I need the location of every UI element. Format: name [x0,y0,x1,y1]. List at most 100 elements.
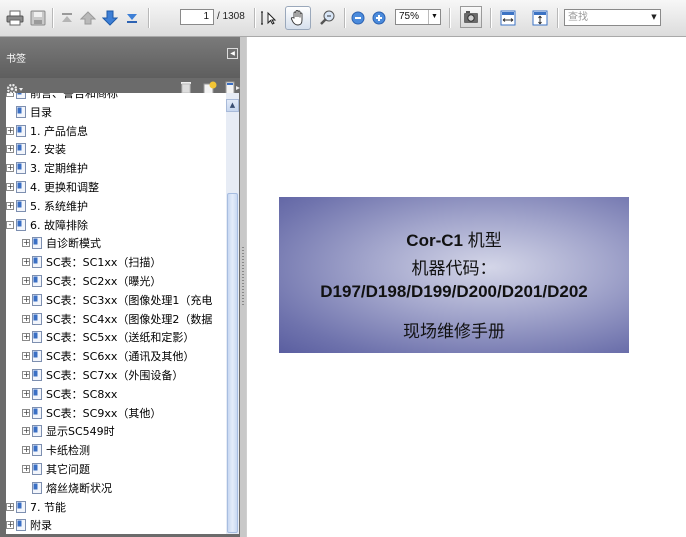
bookmark-item[interactable]: - 6. 故障排除 [6,216,230,234]
scrollbar-thumb[interactable] [227,193,238,533]
expand-icon[interactable]: + [22,295,30,304]
bookmark-item[interactable]: + SC表：SC4xx（图像处理2（数据 [6,310,230,328]
scroll-up-icon[interactable]: ▲ [226,99,239,112]
first-page-icon[interactable] [58,9,76,27]
bookmark-item[interactable]: + SC表：SC8xx [6,385,230,403]
bookmark-label: 6. 故障排除 [30,218,88,232]
bookmark-item[interactable]: + SC表：SC7xx（外围设备） [6,366,230,384]
bookmark-item[interactable]: + SC表：SC5xx（送纸和定影） [6,328,230,346]
bookmark-item[interactable]: +1. 产品信息 [6,122,230,140]
expand-icon[interactable]: + [22,371,30,379]
next-page-icon[interactable] [101,9,119,27]
bookmark-item[interactable]: +2. 安装 [6,140,230,158]
chevron-down-icon[interactable]: ▼ [428,10,440,24]
collapse-panel-icon[interactable]: ◀ [227,48,238,59]
previous-page-icon[interactable] [79,9,97,27]
bookmark-item[interactable]: +4. 更换和调整 [6,178,230,196]
bookmark-item[interactable]: - 前言、警告和商标 [6,93,230,102]
zoom-value: 75% [399,11,420,22]
bookmark-item[interactable]: + 显示SC549时 [6,422,230,440]
page-number-input[interactable]: 1 [180,9,214,25]
bookmark-icon [16,199,26,212]
manual-cover: Cor-C1 机型 机器代码： D197/D198/D199/D200/D201… [279,197,629,353]
panel-title: 书签 [6,54,26,65]
bookmark-icon [32,369,42,381]
expand-icon[interactable]: + [22,258,30,267]
bookmark-label: SC表：SC2xx（曝光） [46,275,162,288]
bookmark-label: SC表：SC4xx（图像处理2（数据 [46,312,213,326]
bookmark-icon [32,237,42,250]
collapse-icon[interactable]: - [6,220,14,229]
bookmark-icon [16,143,26,156]
last-page-icon[interactable] [123,9,141,27]
bookmarks-panel: 书签 ◀ -前言、警告和商标目录+1. 产品信息+2. 安装+3. 定期维护+4… [0,37,246,537]
expand-icon[interactable]: + [22,408,30,417]
bookmark-icon [16,124,26,137]
expand-icon[interactable]: + [6,126,14,135]
bookmark-item[interactable]: +7. 节能 [6,498,230,516]
bookmark-label: 前言、警告和商标 [30,93,118,100]
snapshot-icon[interactable] [460,6,482,28]
hand-tool-icon[interactable] [285,6,311,30]
bookmark-label: 自诊断模式 [46,237,101,251]
bookmark-icon [32,406,42,419]
fit-page-icon[interactable] [531,9,549,27]
bookmark-item[interactable]: 目录 [6,103,230,121]
zoom-tool-icon[interactable] [319,9,337,27]
select-text-icon[interactable] [260,9,278,27]
collapse-icon[interactable]: - [6,93,14,97]
fit-width-icon[interactable] [499,9,517,27]
bookmark-item[interactable]: 熔丝烧断状况 [6,479,230,497]
bookmark-icon [32,463,42,475]
expand-icon[interactable]: + [22,277,30,285]
find-input[interactable]: 查找 ▼ [564,9,661,26]
print-icon[interactable] [6,9,24,27]
cover-model: Cor-C1 [406,231,463,250]
bookmark-icon [32,312,42,325]
expand-icon[interactable]: + [22,465,30,473]
bookmark-item[interactable]: + SC表：SC1xx（扫描） [6,253,230,271]
bookmark-item[interactable]: + 其它问题 [6,460,230,478]
bookmark-item[interactable]: + SC表：SC9xx（其他） [6,404,230,422]
document-view[interactable]: Cor-C1 机型 机器代码： D197/D198/D199/D200/D201… [246,37,686,537]
zoom-in-icon[interactable] [370,9,388,27]
bookmark-item[interactable]: + SC表：SC6xx（通讯及其他） [6,347,230,365]
chevron-down-icon[interactable]: ▼ [648,10,660,25]
bookmark-item[interactable]: + SC表：SC3xx（图像处理1（充电 [6,291,230,309]
bookmark-label: 显示SC549时 [46,425,115,439]
expand-icon[interactable]: + [6,164,14,173]
splitter-grip [242,247,244,307]
bookmark-item[interactable]: + 自诊断模式 [6,234,230,252]
expand-icon[interactable]: + [22,389,30,398]
expand-icon[interactable]: + [22,427,30,436]
expand-icon[interactable]: + [6,502,14,511]
cover-machine-code-label: 机器代码： [411,259,497,279]
expand-icon[interactable]: + [6,521,14,530]
expand-icon[interactable]: + [6,145,14,154]
expand-icon[interactable]: + [22,446,30,455]
bookmark-item[interactable]: + 卡纸检测 [6,441,230,459]
zoom-out-icon[interactable] [349,9,367,27]
cover-model-suffix: 机型 [462,231,502,250]
expand-icon[interactable]: + [22,239,30,248]
bookmark-item[interactable]: + 附录 [6,516,230,534]
expand-icon[interactable]: + [6,201,14,210]
bookmark-label: 4. 更换和调整 [30,181,99,194]
bookmark-label: 1. 产品信息 [30,124,88,138]
bookmark-item[interactable]: +5. 系统维护 [6,197,230,215]
bookmark-label: SC表：SC3xx（图像处理1（充电 [46,293,213,307]
toolbar-separator [557,8,558,28]
bookmark-item[interactable]: + SC表：SC2xx（曝光） [6,272,230,290]
bookmark-label: 其它问题 [46,463,90,476]
expand-icon[interactable]: + [22,333,30,342]
bookmark-label: SC表：SC1xx（扫描） [46,256,162,270]
zoom-select[interactable]: 75% ▼ [395,9,441,25]
bookmark-label: 熔丝烧断状况 [46,481,112,495]
expand-icon[interactable]: + [22,352,30,361]
bookmark-scrollbar[interactable]: ▲ [226,93,239,534]
expand-icon[interactable]: + [6,183,14,191]
save-icon[interactable] [29,9,47,27]
cover-manual-title: 现场维修手册 [403,322,505,342]
expand-icon[interactable]: + [22,314,30,323]
bookmark-item[interactable]: +3. 定期维护 [6,159,230,177]
